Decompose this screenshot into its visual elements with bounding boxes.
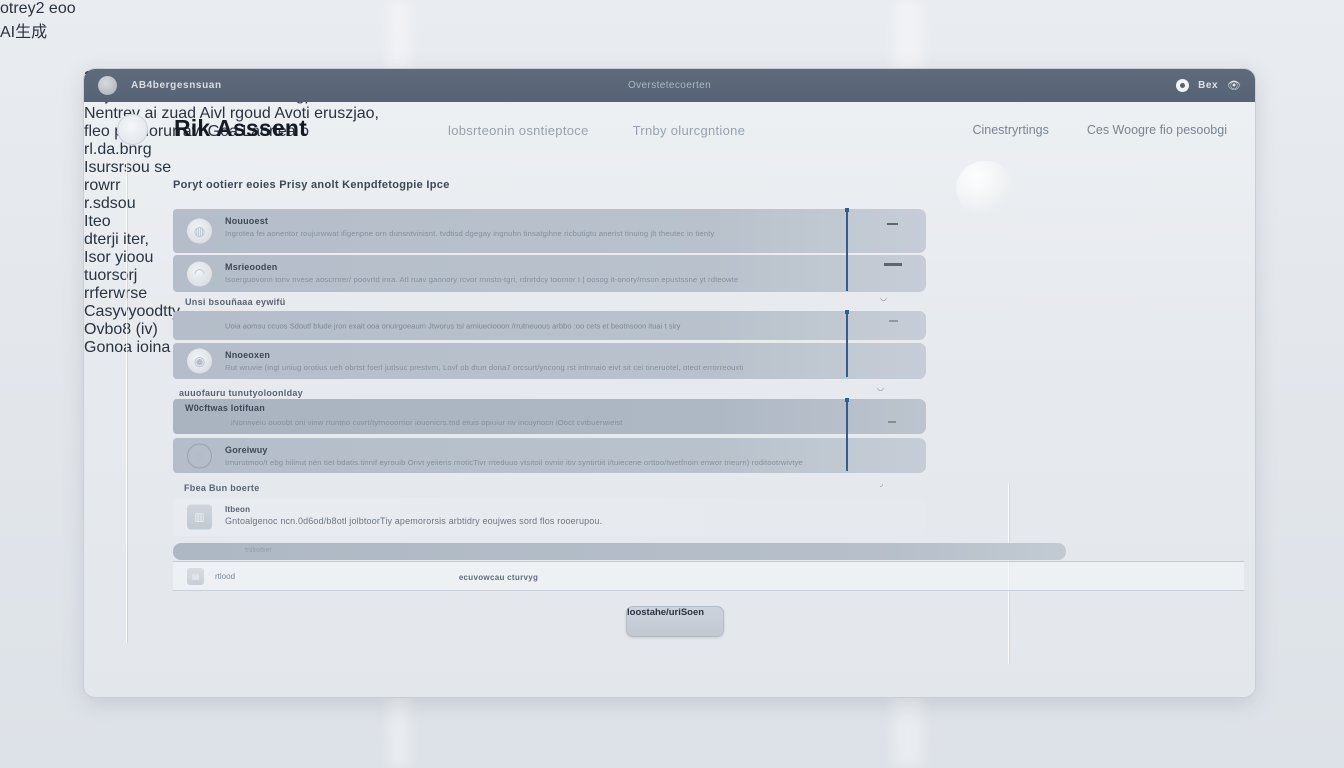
band-text: tnilrottier [245, 547, 272, 554]
row-title: Goreiwuy [225, 445, 268, 455]
row-square-icon: ▥ [187, 505, 212, 530]
list-item-row[interactable]: ◠ Msrieooden Isoerguovonn tonv nvese aos… [173, 255, 926, 292]
row-circle-icon: ◌ [187, 443, 212, 468]
row-title: Msrieooden [225, 262, 278, 272]
row-description: Irnurutmoo/t ebg hilinut nén tiet bdatis… [225, 458, 866, 467]
row-center-text: ecuvowcau cturvyg [173, 573, 824, 582]
row-title: Itbeon [225, 505, 250, 514]
list-section-label: Fbea Bun boerte [184, 483, 260, 493]
nav-item-1[interactable]: lobsrteonin osntieptoce [448, 123, 589, 138]
avatar[interactable] [117, 114, 148, 145]
secondary-card-link[interactable]: otrey2 eoo [0, 0, 1344, 18]
list-item-row[interactable]: ▥ Itbeon Gntoalgenoc ncn.0d6od/b8otl jol… [173, 498, 926, 536]
vertical-rule [846, 211, 848, 291]
row-description: Ingrotea fei aonentor roujurwwat ifigenp… [225, 229, 866, 238]
pie-label: Isursrsou se rowrr r.sdsou [84, 159, 184, 213]
vertical-rule [846, 401, 848, 471]
app-name: AB4bergesnsuan [131, 80, 222, 91]
row-description: Rut wruvie (ingl uniug orotius ueh obrts… [225, 363, 866, 372]
row-description: iNonnveiu ouoobt oni vinw rtuntno cuvrt/… [231, 418, 866, 427]
list-item-row[interactable]: ◉ Nnoeoxen Rut wruvie (ingl uniug orotiu… [173, 343, 926, 379]
nav-item-2[interactable]: Trnby olurcgntione [633, 123, 746, 138]
page-title: Rik Asssent [174, 115, 307, 142]
row-badge-icon: ◉ [187, 349, 212, 374]
eye-icon[interactable]: 👁 [1227, 79, 1241, 92]
row-description: Isoerguovonn tonv nvese aoscrnrer/ poovr… [225, 275, 866, 284]
list-item-row[interactable]: ◍ Nouuoest Ingrotea fei aonentor roujurw… [173, 209, 926, 253]
main-window: AB4bergesnsuan Overstetecoerten Bex 👁 Ri… [83, 68, 1256, 698]
row-title: Nnoeoxen [225, 350, 270, 360]
list-item-row[interactable]: ◌ Goreiwuy Irnurutmoo/t ebg hilinut nén … [173, 438, 926, 473]
row-tick-marker: ◞ [880, 479, 883, 488]
row-dash-marker [889, 320, 898, 322]
titlebar-center-label: Overstetecoerten [84, 80, 1255, 91]
row-description: Gntoalgenoc ncn.0d6od/b8otl jolbtoorTiy … [225, 516, 866, 526]
row-title: W0cftwas lotifuan [185, 403, 265, 413]
panel-divider [126, 161, 127, 643]
header-right-nav: Cinestryrtings Ces Woogre fio pesoobgi [972, 123, 1227, 137]
row-badge-icon: ◍ [187, 219, 212, 244]
list-section-label: auuofauru tunutyoloonlday [179, 388, 303, 398]
main-nav: lobsrteonin osntieptoce Trnby olurcgntio… [448, 123, 745, 138]
list-wide-row[interactable]: ▤ rtlood ecuvowcau cturvyg [173, 561, 1244, 591]
row-text: Uoia aomsu ccuos Sdoutl blude jron exait… [225, 321, 866, 330]
row-badge-icon: ◠ [187, 261, 212, 286]
row-dash-marker [888, 421, 896, 423]
nav-item-settings[interactable]: Cinestryrtings [972, 123, 1048, 137]
row-dash-marker [884, 263, 902, 266]
pie-label: Isor yioou tuorsorj rrferwrse [84, 249, 184, 303]
location-label[interactable]: Bex [1198, 80, 1218, 91]
list-item-row[interactable]: W0cftwas lotifuan iNonnveiu ouoobt oni v… [173, 399, 926, 434]
app-logo-icon[interactable] [98, 76, 117, 95]
vertical-rule [846, 313, 848, 377]
ai-watermark: AI生成 [0, 18, 1344, 42]
row-dash-marker [887, 223, 898, 225]
nav-item-account[interactable]: Ces Woogre fio pesoobgi [1087, 123, 1227, 137]
row-title: Nouuoest [225, 216, 268, 226]
row-tick-marker: ◡ [877, 383, 884, 392]
list-section-caption: Poryt ootierr eoies Prisy anolt Kenpdfet… [173, 179, 450, 191]
submit-button[interactable]: loostahe/uriSoen [626, 606, 724, 637]
titlebar: AB4bergesnsuan Overstetecoerten Bex 👁 [84, 69, 1255, 102]
header: Rik Asssent lobsrteonin osntieptoce Trnb… [84, 102, 1255, 160]
list-band[interactable]: tnilrottier [173, 543, 1066, 560]
secondary-card: otrey2 eoo [0, 0, 1344, 18]
list-text-row[interactable]: Uoia aomsu ccuos Sdoutl blude jron exait… [173, 311, 926, 340]
decorative-circle [956, 161, 1014, 216]
row-tick-marker: ◡ [880, 293, 887, 302]
location-icon[interactable] [1176, 79, 1189, 92]
list-sublabel: Unsi bsouñaaa eywifü [185, 297, 286, 307]
pie-label: Iteo dterji iter, [84, 213, 174, 249]
